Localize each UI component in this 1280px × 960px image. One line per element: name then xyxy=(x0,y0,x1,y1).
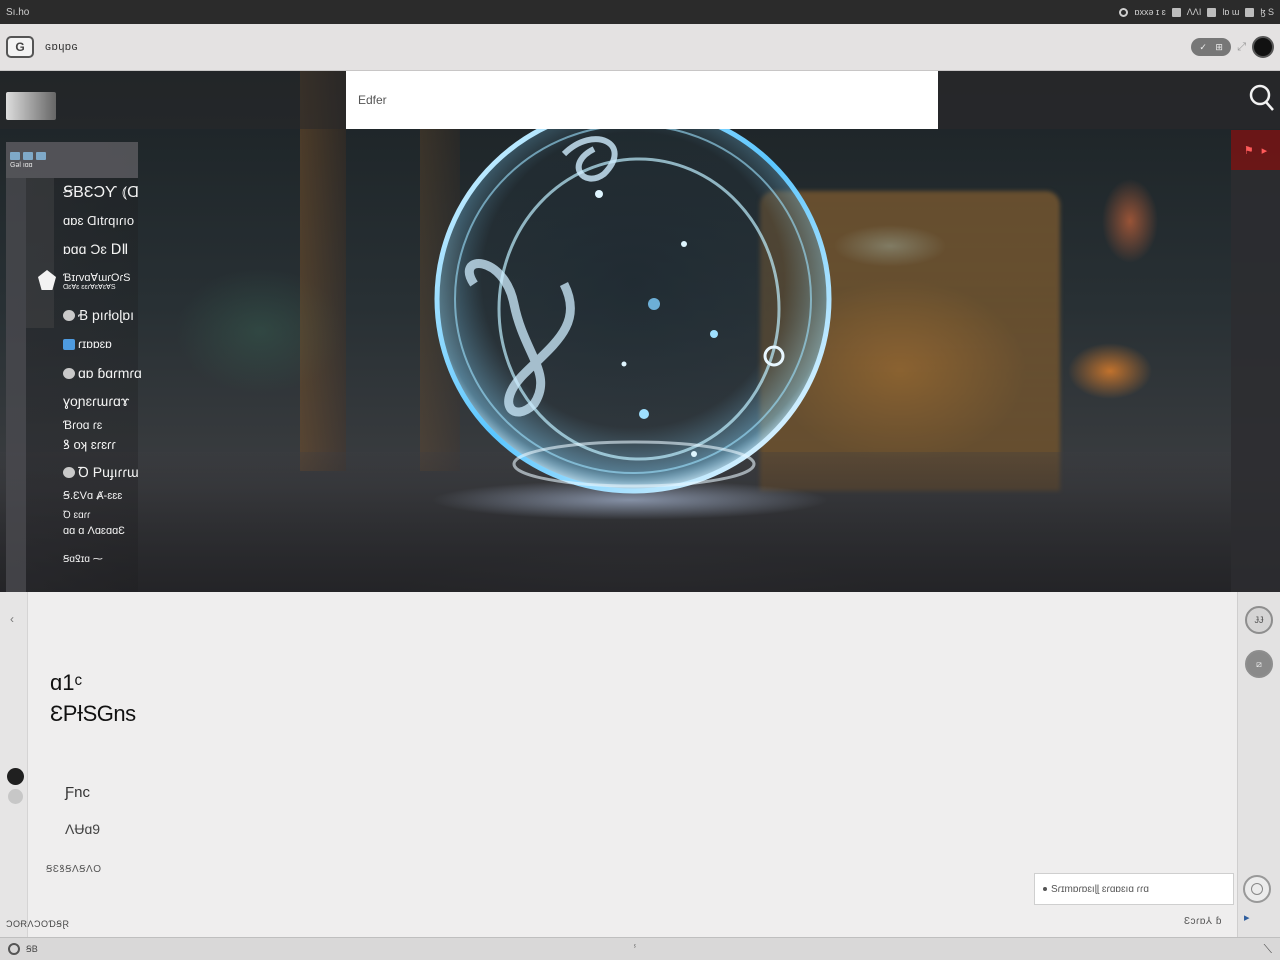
menu-item-icon xyxy=(63,338,75,350)
message-box[interactable] xyxy=(1034,873,1234,905)
send-button[interactable] xyxy=(1243,875,1271,903)
side-menu-rail xyxy=(6,178,26,592)
resize-handle-icon[interactable]: ⟍ xyxy=(1264,942,1272,957)
pill-right-icon: ⊞ xyxy=(1215,41,1223,52)
side-menu-item-label: ɒɑɑ Ɔɛ ⅮⅡ xyxy=(63,241,129,257)
user-icon[interactable] xyxy=(8,789,23,804)
search-input[interactable] xyxy=(358,93,926,107)
status-left-label: ꞨB xyxy=(26,943,38,954)
wifi-icon[interactable] xyxy=(1119,7,1129,17)
app-logo[interactable]: G xyxy=(6,36,34,58)
os-status-text-3: lɒ ɯ xyxy=(1222,7,1240,17)
side-menu-item[interactable]: ɑɒ ɓɑɾmɾɑ xyxy=(63,365,142,381)
details-title-line-1: ɑ1ᶜ xyxy=(50,670,83,695)
os-menu-bar: Sı.ho ɒxxǝ ɪ ɛ ɅΛΙ lɒ ɯ ɮ S xyxy=(0,0,1280,24)
side-menu-item[interactable]: ⱭɛⱯɛ ɛɛɾⱯɛⱯɛⱯS xyxy=(63,283,115,291)
search-icon[interactable] xyxy=(1247,82,1275,112)
side-menu-item-label: Ꝺ Puɟıɾɾɯ xyxy=(78,464,139,480)
app-logo-glyph: G xyxy=(15,40,25,54)
details-corner-label: ƆOɌɅƆOƊꞨⱤ xyxy=(6,919,70,929)
display-icon[interactable] xyxy=(1207,7,1217,17)
side-menu-item[interactable]: Ɓɾoɑ ɾɛ xyxy=(63,418,102,432)
flag-icon[interactable]: ▸ xyxy=(1244,911,1250,924)
side-menu-item-label: ɑɑ ɑ ɅɑɛɑɑƐ xyxy=(63,525,125,537)
header-toggle-pill[interactable]: ✓ ⊞ xyxy=(1191,38,1232,56)
expand-icon[interactable]: ⤢ xyxy=(1237,41,1246,54)
menu-item-icon xyxy=(63,310,75,321)
side-menu-item-label: Ɓɾoɑ ɾɛ xyxy=(63,418,103,432)
hero-thumbnail[interactable] xyxy=(6,92,56,120)
side-menu-item-label: ꝸ oʞ ɛɾɛɾɾ xyxy=(63,437,116,452)
side-menu-item-label: ɑɒɛ Ɑıtɾqıɾıo xyxy=(63,213,135,228)
status-center-handle[interactable]: ⸯ xyxy=(632,943,638,957)
record-icon[interactable] xyxy=(7,768,24,785)
details-text-line-1: Ƒnc xyxy=(65,784,91,801)
side-menu-item[interactable]: ɑɑ ɑ ɅɑɛɑɑƐ xyxy=(63,525,125,537)
pill-left-icon: ✓ xyxy=(1199,41,1207,52)
side-menu-item[interactable]: Ꝺ ɛɑɾɾ xyxy=(63,507,90,521)
os-status-text: ɒxxǝ ɪ ɛ xyxy=(1134,7,1166,17)
hero-right-strip xyxy=(1231,170,1280,592)
hero-alert-tab[interactable]: ⚑ ▸ xyxy=(1231,130,1280,170)
details-left-rail xyxy=(0,592,28,937)
side-menu-item[interactable]: Ꞩ.ƐVɑ Ⱥ-ɛɛɛ xyxy=(63,489,122,502)
side-menu-item-label: ꞨBƐƆƳ ⦅Ɑ xyxy=(63,184,139,201)
side-menu-item[interactable]: ꝸ oʞ ɛɾɛɾɾ xyxy=(63,435,116,453)
side-menu-item-label: ⱭɛⱯɛ ɛɛɾⱯɛⱯɛⱯS xyxy=(63,284,116,291)
edit-button[interactable]: ⧄ xyxy=(1245,650,1273,678)
os-status-text-2: ɅΛΙ xyxy=(1186,7,1202,17)
side-menu-item-label: Ꝺ ɛɑɾɾ xyxy=(63,510,91,521)
details-title-line-2: ƐPƗSGns xyxy=(50,701,136,726)
count-label: Ɛɔɾɒ⅄ ɓ xyxy=(1184,916,1222,927)
side-menu-item-label: ɾɪɒɒɛɒ xyxy=(78,337,112,351)
settings-gear-icon[interactable] xyxy=(8,943,20,955)
side-menu-item[interactable]: ꞨɑꝾɪɑ ⁓ xyxy=(63,551,103,565)
window-icon xyxy=(23,151,33,160)
side-menu-item[interactable]: ɒɑɑ Ɔɛ ⅮⅡ xyxy=(63,241,128,258)
alert-flag-icon: ⚑ xyxy=(1243,144,1254,157)
back-chevron-icon[interactable]: ‹ xyxy=(10,612,14,626)
side-menu-item-label: ɣoɲɛɾɯɾɑɤ xyxy=(63,393,130,409)
os-app-label[interactable]: Sı.ho xyxy=(6,7,29,18)
side-menu-column xyxy=(26,178,54,328)
app-title: ɢɒɥɒɢ xyxy=(45,41,79,53)
menu-item-icon xyxy=(63,367,75,379)
menu-item-icon xyxy=(63,467,75,478)
side-menu-item-label: ꞨɑꝾɪɑ ⁓ xyxy=(63,554,103,565)
control-center-icon[interactable] xyxy=(1245,7,1255,17)
status-bar: ꞨB ⸯ ⟍ xyxy=(0,937,1280,960)
search-bar[interactable] xyxy=(346,71,938,129)
app-header: G ɢɒɥɒɢ ✓ ⊞ ⤢ xyxy=(0,24,1280,71)
alert-arrow-icon: ▸ xyxy=(1261,144,1268,157)
side-menu-header-label: Gəl ıɑɑ xyxy=(10,161,33,169)
hero-pillar xyxy=(300,71,346,471)
os-status-text-4: ɮ S xyxy=(1260,7,1274,17)
send-icon xyxy=(1251,883,1263,895)
side-menu-item[interactable]: Ꝺ Puɟıɾɾɯ xyxy=(63,463,139,482)
side-menu-item[interactable]: ɑɒɛ Ɑıtɾqıɾıo xyxy=(63,213,134,228)
battery-icon[interactable] xyxy=(1171,7,1181,17)
window-icon xyxy=(10,151,20,160)
message-input[interactable] xyxy=(1051,883,1225,895)
side-menu-header[interactable]: Gəl ıɑɑ xyxy=(6,142,138,178)
side-menu-item[interactable]: ɣoɲɛɾɯɾɑɤ xyxy=(63,393,129,409)
side-menu-item-label: Ꞩ.ƐVɑ Ⱥ-ɛɛɛ xyxy=(63,490,123,502)
edit-icon: ⧄ xyxy=(1256,658,1262,669)
user-avatar[interactable] xyxy=(1252,36,1274,58)
glass-orb-image xyxy=(434,104,832,494)
bullet-icon xyxy=(1043,887,1047,891)
details-footer-label[interactable]: ꞨƐꝸꞨɅꞨɅO xyxy=(46,861,101,875)
side-menu-item[interactable]: ꞨBƐƆƳ ⦅Ɑ xyxy=(63,182,139,202)
side-menu-item[interactable]: ɾɪɒɒɛɒ xyxy=(63,337,112,351)
side-menu-header-icons xyxy=(10,151,134,160)
side-menu-item[interactable]: Ꞗ pıɾƚoɭɒı xyxy=(63,306,134,325)
side-menu-item-label: Ꞗ pıɾƚoɭɒı xyxy=(78,307,135,323)
side-menu-item-label: ɑɒ ɓɑɾmɾɑ xyxy=(78,365,142,381)
window-icon xyxy=(36,151,46,160)
hero-top-right-band xyxy=(938,71,1280,129)
rail-button-1[interactable]: ɈɈ xyxy=(1245,606,1273,634)
details-text-line-2: ɅɄɑ9 xyxy=(65,821,101,837)
rail-button-1-label: ɈɈ xyxy=(1254,615,1264,625)
